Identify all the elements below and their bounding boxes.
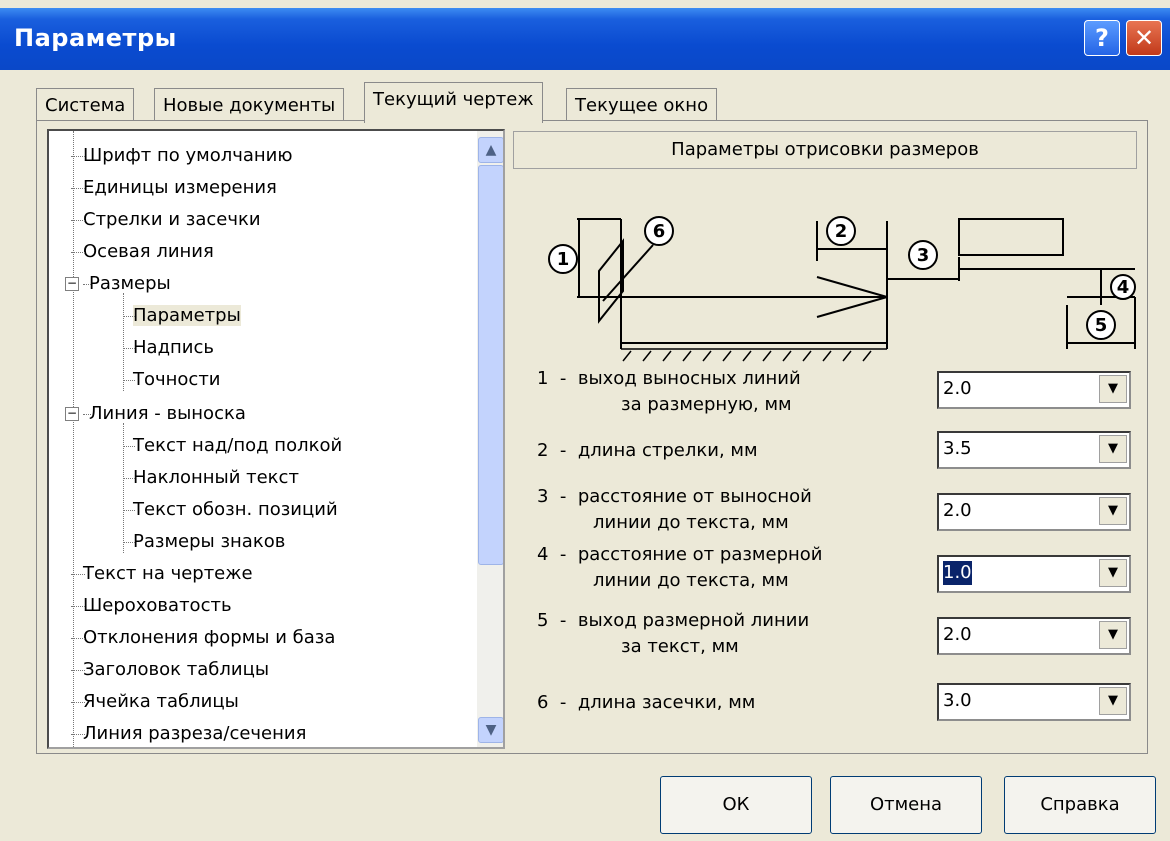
diagram-label: 1: [557, 249, 570, 270]
tree-item[interactable]: Единицы измерения: [69, 173, 277, 203]
tree-item[interactable]: Текст обозн. позиций: [121, 495, 338, 525]
scroll-down-icon[interactable]: ▼: [478, 717, 503, 743]
chevron-down-icon[interactable]: ▼: [1099, 559, 1127, 587]
dimension-diagram: 1 2 3 4 5 6: [548, 216, 1136, 362]
tab-panel: Шрифт по умолчанию Единицы измерения Стр…: [36, 120, 1148, 754]
tree-item[interactable]: Стрелки и засечки: [69, 205, 261, 235]
tree-item[interactable]: Шероховатость: [69, 591, 232, 621]
tree-item[interactable]: Текст на чертеже: [69, 559, 253, 589]
tree-item[interactable]: Заголовок таблицы: [69, 655, 269, 685]
param-label: 1 - выход выносных линий: [537, 368, 801, 389]
title-bar[interactable]: Параметры ? ✕: [0, 8, 1170, 70]
diagram-label: 6: [653, 221, 666, 242]
tree-item-leader[interactable]: Линия - выноска: [81, 399, 246, 429]
collapse-icon[interactable]: −: [65, 407, 79, 421]
param-label: 6 - длина засечки, мм: [537, 692, 756, 713]
param-label: 5 - выход размерной линии: [537, 610, 810, 631]
ok-button[interactable]: ОК: [660, 776, 812, 834]
chevron-down-icon[interactable]: ▼: [1099, 497, 1127, 525]
scroll-up-icon[interactable]: ▲: [478, 137, 503, 163]
diagram-label: 4: [1117, 277, 1130, 298]
tree-item[interactable]: Текст над/под полкой: [121, 431, 342, 461]
help-button[interactable]: Справка: [1004, 776, 1156, 834]
tab-system[interactable]: Система: [36, 88, 135, 123]
diagram-label: 5: [1095, 315, 1108, 336]
help-title-button[interactable]: ?: [1084, 20, 1120, 56]
tree-item[interactable]: Шрифт по умолчанию: [69, 141, 293, 171]
dimension-line-overrun-combo[interactable]: 2.0 ▼: [937, 617, 1131, 655]
collapse-icon[interactable]: −: [65, 277, 79, 291]
diagram-label: 2: [835, 221, 848, 242]
tree-item[interactable]: Ячейка таблицы: [69, 687, 239, 717]
tree-item[interactable]: Надпись: [121, 333, 214, 363]
tree-item[interactable]: Линия разреза/сечения: [69, 719, 306, 747]
tree-item[interactable]: Точности: [121, 365, 221, 395]
chevron-down-icon[interactable]: ▼: [1099, 435, 1127, 463]
tick-length-combo[interactable]: 3.0 ▼: [937, 683, 1131, 721]
arrow-length-combo[interactable]: 3.5 ▼: [937, 431, 1131, 469]
tree-item-dimensions[interactable]: Размеры: [81, 269, 171, 299]
panel-header: Параметры отрисовки размеров: [513, 131, 1137, 169]
tree-item[interactable]: Наклонный текст: [121, 463, 299, 493]
chevron-down-icon[interactable]: ▼: [1099, 621, 1127, 649]
tab-current-drawing[interactable]: Текущий чертеж: [364, 82, 543, 123]
tree-item[interactable]: Осевая линия: [69, 237, 214, 267]
cancel-button[interactable]: Отмена: [830, 776, 982, 834]
tree-item-parameters[interactable]: Параметры: [121, 301, 241, 331]
tree-item[interactable]: Размеры знаков: [121, 527, 285, 557]
param-label: 4 - расстояние от размерной: [537, 544, 823, 565]
window-title: Параметры: [14, 24, 177, 52]
dimension-text-gap-combo[interactable]: 1.0 ▼: [937, 555, 1131, 593]
param-label: линии до текста, мм: [593, 570, 789, 591]
options-dialog: Параметры ? ✕ Система Новые документы Те…: [0, 0, 1170, 841]
settings-tree[interactable]: Шрифт по умолчанию Единицы измерения Стр…: [47, 129, 505, 749]
tree-scrollbar[interactable]: ▲ ▼: [477, 131, 503, 747]
param-label: за размерную, мм: [621, 394, 792, 415]
chevron-down-icon[interactable]: ▼: [1099, 687, 1127, 715]
scroll-thumb[interactable]: [478, 165, 503, 565]
diagram-label: 3: [917, 245, 930, 266]
extension-text-gap-combo[interactable]: 2.0 ▼: [937, 493, 1131, 531]
param-label: 3 - расстояние от выносной: [537, 486, 812, 507]
arrow-extension-combo[interactable]: 2.0 ▼: [937, 371, 1131, 409]
close-button[interactable]: ✕: [1126, 20, 1162, 56]
chevron-down-icon[interactable]: ▼: [1099, 375, 1127, 403]
param-label: линии до текста, мм: [593, 512, 789, 533]
param-label: за текст, мм: [621, 636, 739, 657]
tab-new-documents[interactable]: Новые документы: [154, 88, 345, 123]
tree-item[interactable]: Отклонения формы и база: [69, 623, 335, 653]
param-label: 2 - длина стрелки, мм: [537, 440, 758, 461]
tab-current-window[interactable]: Текущее окно: [566, 88, 718, 123]
